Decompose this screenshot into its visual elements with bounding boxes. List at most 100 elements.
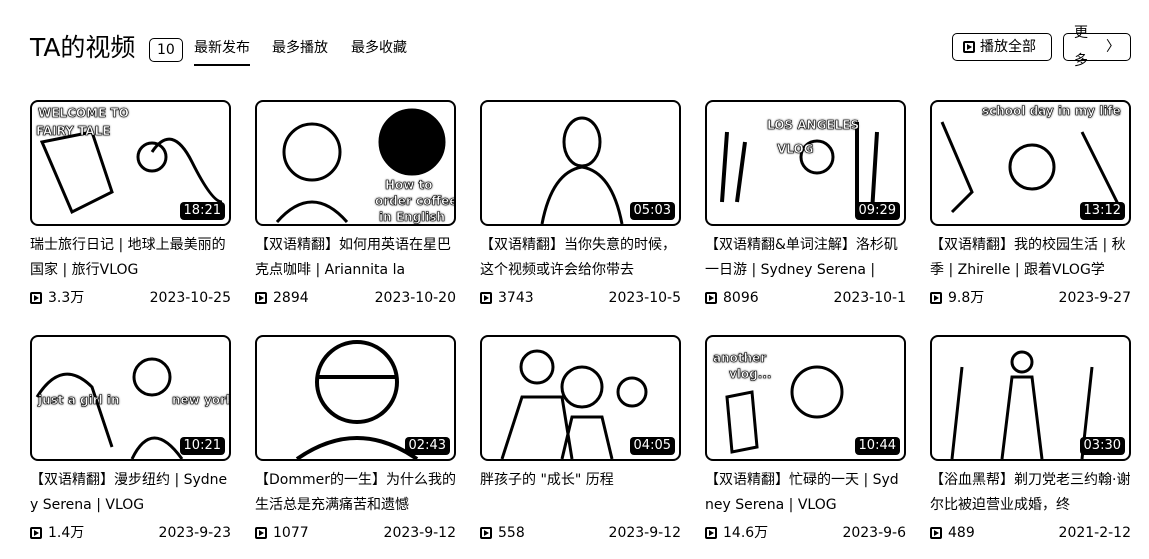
video-meta: 3.3万 2023-10-25	[30, 288, 231, 308]
upload-date: 2023-9-6	[842, 525, 906, 541]
duration-badge: 10:44	[854, 437, 900, 455]
more-button[interactable]: 更多 〉	[1063, 25, 1131, 69]
thumbnail-caption: new york	[172, 393, 231, 408]
video-title[interactable]: 【双语精翻】当你失意的时候，这个视频或许会给你带去	[480, 233, 681, 283]
thumbnail-caption: order coffee	[375, 194, 456, 209]
tab-latest[interactable]: 最新发布	[194, 38, 250, 66]
video-title[interactable]: 【双语精翻】漫步纽约 | Sydney Serena | VLOG	[30, 468, 231, 518]
video-card[interactable]: school day in my life 13:12 【双语精翻】我的校园生活…	[930, 100, 1131, 308]
video-meta: 489 2021-2-12	[930, 523, 1131, 543]
view-count: 9.8万	[930, 288, 984, 308]
play-icon	[963, 41, 975, 53]
video-meta: 558 2023-9-12	[480, 523, 681, 543]
video-thumbnail[interactable]: How to order coffee in English	[255, 100, 456, 226]
view-count-value: 558	[498, 525, 525, 541]
view-count: 1.4万	[30, 523, 84, 543]
play-count-icon	[255, 527, 267, 539]
video-card[interactable]: another vlog... 10:44 【双语精翻】忙碌的一天 | Sydne…	[705, 335, 906, 543]
video-thumbnail[interactable]: 03:30	[930, 335, 1131, 461]
video-title[interactable]: 瑞士旅行日记 | 地球上最美丽的国家 | 旅行VLOG	[30, 233, 231, 283]
view-count: 3743	[480, 288, 534, 308]
view-count: 2894	[255, 288, 309, 308]
video-card[interactable]: WELCOME TO FAIRY TALE 18:21 瑞士旅行日记 | 地球上最…	[30, 100, 231, 308]
video-title[interactable]: 【Dommer的一生】为什么我的生活总是充满痛苦和遗憾	[255, 468, 456, 518]
thumbnail-caption: FAIRY TALE	[36, 124, 111, 139]
duration-badge: 02:43	[404, 437, 450, 455]
video-thumbnail[interactable]: another vlog... 10:44	[705, 335, 906, 461]
video-card[interactable]: 03:30 【浴血黑帮】剃刀党老三约翰·谢尔比被迫营业成婚，终 489 2021…	[930, 335, 1131, 543]
play-all-button[interactable]: 播放全部	[952, 33, 1052, 61]
video-thumbnail[interactable]: LOS ANGELES VLOG 09:29	[705, 100, 906, 226]
play-count-icon	[480, 292, 492, 304]
video-thumbnail[interactable]: 02:43	[255, 335, 456, 461]
thumbnail-caption: WELCOME TO	[38, 106, 129, 121]
duration-badge: 13:12	[1079, 202, 1125, 220]
view-count-value: 8096	[723, 290, 759, 306]
video-title[interactable]: 胖孩子的 "成长" 历程	[480, 468, 681, 518]
video-thumbnail[interactable]: 05:03	[480, 100, 681, 226]
thumbnail-caption: LOS ANGELES	[767, 118, 860, 133]
upload-date: 2023-9-23	[158, 525, 231, 541]
video-card[interactable]: 04:05 胖孩子的 "成长" 历程 558 2023-9-12	[480, 335, 681, 543]
view-count-value: 9.8万	[948, 290, 985, 306]
video-card[interactable]: How to order coffee in English 【双语精翻】如何用英语…	[255, 100, 456, 308]
duration-badge: 09:29	[854, 202, 900, 220]
video-meta: 9.8万 2023-9-27	[930, 288, 1131, 308]
thumbnail-caption: school day in my life	[982, 104, 1121, 119]
video-meta: 8096 2023-10-1	[705, 288, 906, 308]
video-title[interactable]: 【双语精翻】忙碌的一天 | Sydney Serena | VLOG	[705, 468, 906, 518]
video-card[interactable]: LOS ANGELES VLOG 09:29 【双语精翻&单词注解】洛杉矶一日游 …	[705, 100, 906, 308]
upload-date: 2023-10-25	[149, 290, 231, 306]
play-count-icon	[930, 292, 942, 304]
thumbnail-caption: another	[713, 351, 767, 366]
view-count-value: 3743	[498, 290, 534, 306]
section-title: TA的视频	[30, 33, 136, 62]
thumbnail-caption: just a girl in	[38, 393, 120, 408]
video-meta: 1077 2023-9-12	[255, 523, 456, 543]
upload-date: 2023-9-12	[608, 525, 681, 541]
play-count-icon	[480, 527, 492, 539]
thumbnail-caption: How to	[385, 178, 433, 193]
video-title[interactable]: 【双语精翻&单词注解】洛杉矶一日游 | Sydney Serena |	[705, 233, 906, 283]
tab-most-favorited[interactable]: 最多收藏	[351, 38, 407, 58]
play-count-icon	[255, 292, 267, 304]
video-thumbnail[interactable]: just a girl in new york 10:21	[30, 335, 231, 461]
upload-date: 2023-10-1	[833, 290, 906, 306]
video-title[interactable]: 【浴血黑帮】剃刀党老三约翰·谢尔比被迫营业成婚，终	[930, 468, 1131, 518]
view-count: 1077	[255, 523, 309, 543]
view-count-value: 14.6万	[723, 525, 769, 541]
view-count: 14.6万	[705, 523, 768, 543]
video-card[interactable]: 05:03 【双语精翻】当你失意的时候，这个视频或许会给你带去 3743 202…	[480, 100, 681, 308]
upload-date: 2023-9-27	[1058, 290, 1131, 306]
chevron-right-icon: 〉	[1106, 39, 1120, 55]
play-count-icon	[705, 527, 717, 539]
view-count: 558	[480, 523, 525, 543]
video-meta: 3743 2023-10-5	[480, 288, 681, 308]
play-count-icon	[30, 292, 42, 304]
upload-date: 2023-10-20	[374, 290, 456, 306]
video-title[interactable]: 【双语精翻】我的校园生活 | 秋季 | Zhirelle | 跟着VLOG学	[930, 233, 1131, 283]
view-count: 3.3万	[30, 288, 84, 308]
thumbnail-caption: vlog...	[729, 367, 772, 382]
play-count-icon	[930, 527, 942, 539]
play-count-icon	[30, 527, 42, 539]
view-count-value: 1077	[273, 525, 309, 541]
duration-badge: 03:30	[1079, 437, 1125, 455]
video-title[interactable]: 【双语精翻】如何用英语在星巴克点咖啡 | Ariannita la	[255, 233, 456, 283]
upload-date: 2023-10-5	[608, 290, 681, 306]
video-count-badge: 10	[149, 38, 183, 62]
play-count-icon	[705, 292, 717, 304]
video-meta: 2894 2023-10-20	[255, 288, 456, 308]
video-card[interactable]: 02:43 【Dommer的一生】为什么我的生活总是充满痛苦和遗憾 1077 2…	[255, 335, 456, 543]
thumbnail-caption: VLOG	[777, 142, 814, 157]
tab-most-played[interactable]: 最多播放	[272, 38, 328, 58]
view-count: 489	[930, 523, 975, 543]
duration-badge: 10:21	[179, 437, 225, 455]
duration-badge: 04:05	[629, 437, 675, 455]
video-thumbnail[interactable]: 04:05	[480, 335, 681, 461]
video-thumbnail[interactable]: school day in my life 13:12	[930, 100, 1131, 226]
video-thumbnail[interactable]: WELCOME TO FAIRY TALE 18:21	[30, 100, 231, 226]
duration-badge: 05:03	[629, 202, 675, 220]
video-card[interactable]: just a girl in new york 10:21 【双语精翻】漫步纽约 …	[30, 335, 231, 543]
video-meta: 14.6万 2023-9-6	[705, 523, 906, 543]
